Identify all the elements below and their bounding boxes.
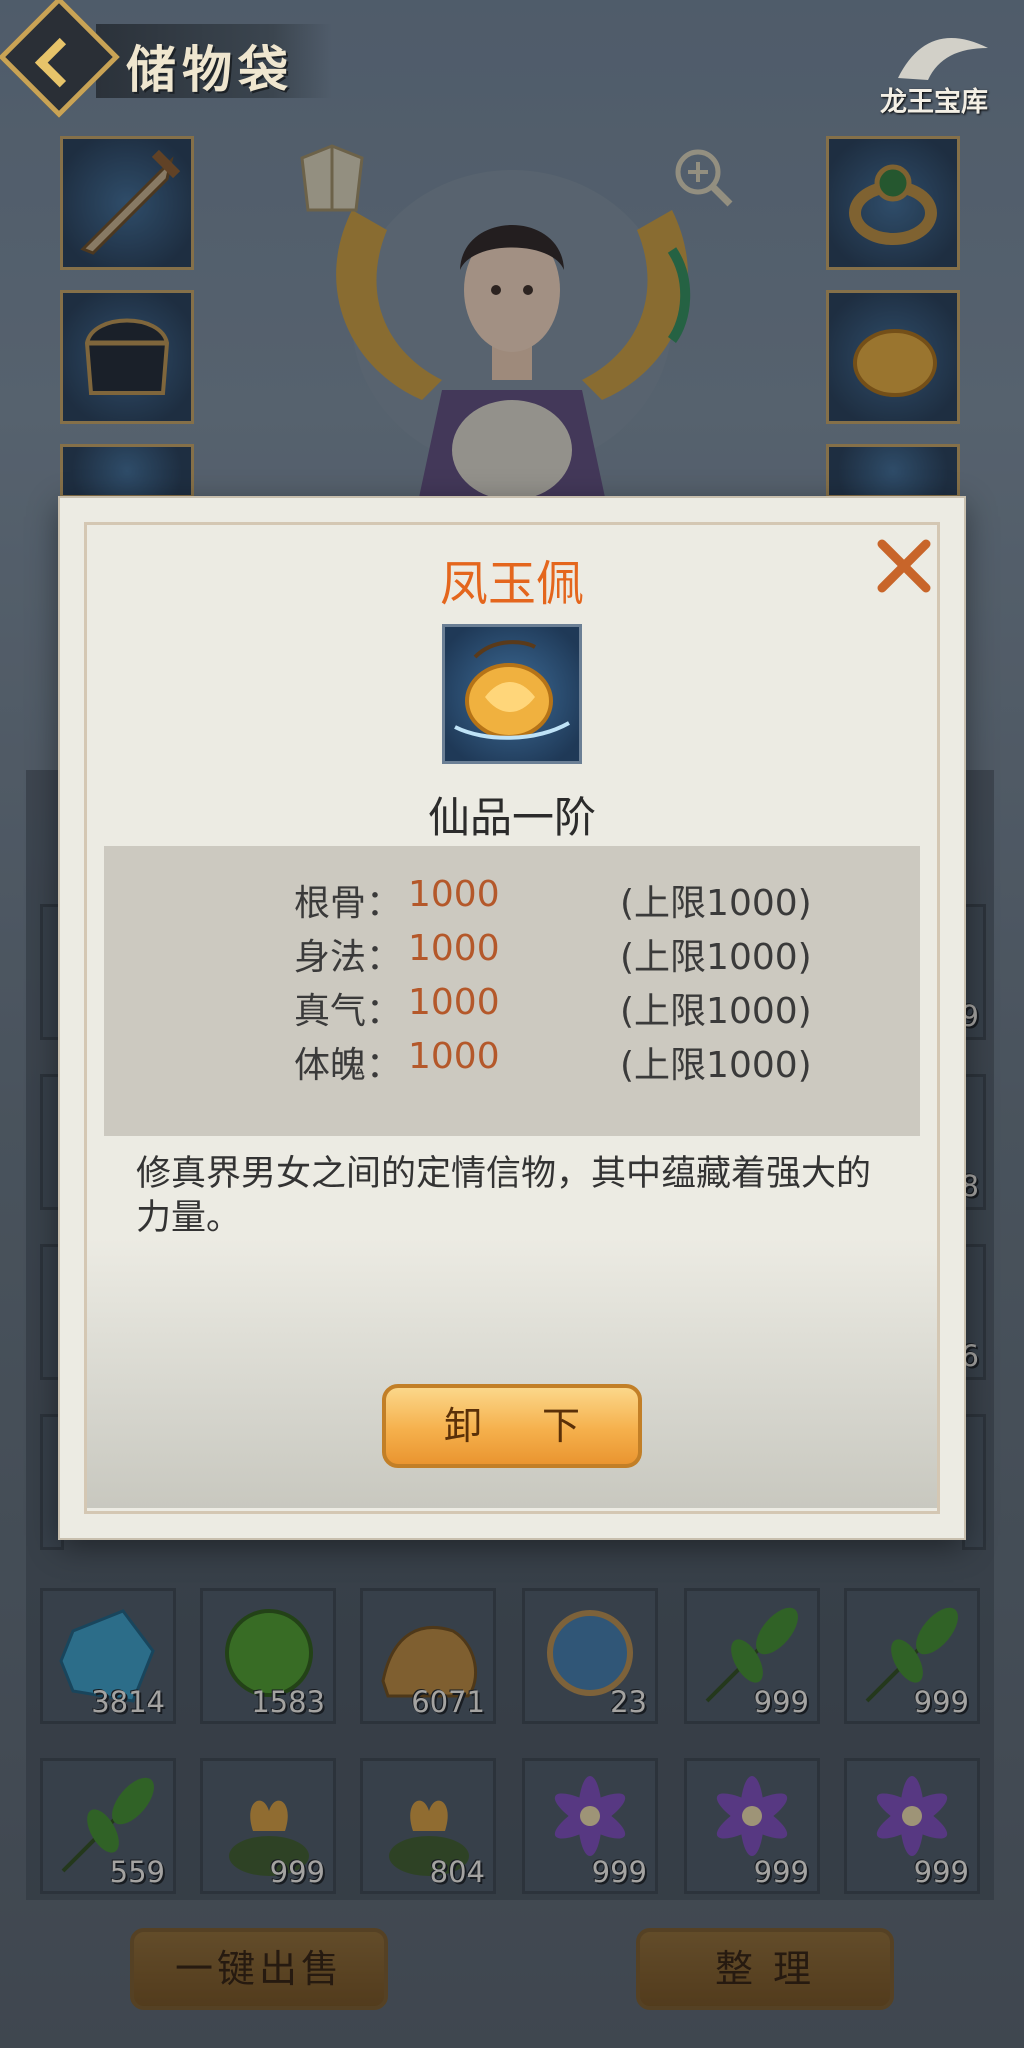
item-image <box>442 624 582 764</box>
stat-cap: (上限1000) <box>620 991 812 1032</box>
stat-cap: (上限1000) <box>620 1045 812 1086</box>
stat-value: 1000 <box>408 1036 500 1077</box>
pendant-icon <box>454 640 570 740</box>
unequip-button[interactable]: 卸 下 <box>382 1384 642 1468</box>
stat-value: 1000 <box>408 874 500 915</box>
item-grade: 仙品一阶 <box>427 793 596 842</box>
stat-row: 身法： 1000 (上限1000) <box>104 928 920 982</box>
page-title: 储物袋 <box>126 40 294 99</box>
item-name: 凤玉佩 <box>439 556 584 612</box>
logo-text: 龙王宝库 <box>880 87 988 118</box>
stat-name: 身法： <box>294 937 403 978</box>
stat-row: 根骨： 1000 (上限1000) <box>104 874 920 928</box>
stat-name: 根骨： <box>294 883 403 924</box>
stat-cap: (上限1000) <box>620 883 812 924</box>
stat-name: 体魄： <box>294 1045 403 1086</box>
stats-panel: 根骨： 1000 (上限1000) 身法： 1000 (上限1000) 真气： … <box>104 846 920 1136</box>
stat-value: 1000 <box>408 982 500 1023</box>
stat-row: 真气： 1000 (上限1000) <box>104 982 920 1036</box>
item-description: 修真界男女之间的定情信物，其中蕴藏着强大的力量。 <box>136 1154 872 1238</box>
close-icon[interactable] <box>872 534 936 598</box>
stat-cap: (上限1000) <box>620 937 812 978</box>
stat-name: 真气： <box>294 991 403 1032</box>
stat-value: 1000 <box>408 928 500 969</box>
item-detail-dialog: 凤玉佩 仙品一阶 根骨： 1000 (上限1000) 身法： 1000 (上限1… <box>60 498 964 1538</box>
stat-row: 体魄： 1000 (上限1000) <box>104 1036 920 1090</box>
back-arrow-icon <box>34 37 85 88</box>
